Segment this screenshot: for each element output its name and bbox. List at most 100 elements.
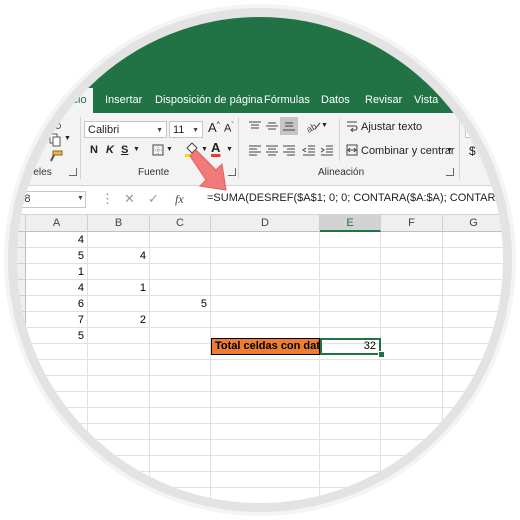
cell-a3[interactable]: 1 (26, 264, 88, 280)
total-label-cell[interactable]: Total celdas con datos (211, 338, 320, 355)
row-header-7[interactable]: 7 (0, 328, 26, 344)
cell-c5[interactable]: 5 (150, 296, 211, 312)
tab-disposicion-pagina[interactable]: Disposición de página (155, 88, 263, 113)
column-header-a[interactable]: A (26, 215, 88, 232)
total-result-cell[interactable]: 32 (320, 338, 381, 355)
merge-center-icon (346, 144, 358, 156)
row-header-1[interactable]: 1 (0, 232, 26, 248)
align-left-icon[interactable] (248, 144, 262, 156)
increase-font-icon[interactable]: A^ (208, 120, 220, 135)
tab-vista[interactable]: Vista (414, 88, 438, 113)
cell-a6[interactable]: 7 (26, 312, 88, 328)
increase-indent-icon[interactable] (320, 144, 334, 156)
row-header-18[interactable] (0, 504, 26, 520)
row-header-6[interactable]: 6 (0, 312, 26, 328)
column-header-c[interactable]: C (150, 215, 211, 232)
column-header-g[interactable]: G (443, 215, 505, 232)
underline-button[interactable]: S (121, 144, 128, 156)
number-format-value: G (469, 124, 478, 136)
borders-icon[interactable] (152, 144, 164, 156)
cell-a2[interactable]: 5 (26, 248, 88, 264)
grid-line (26, 455, 520, 456)
decrease-indent-icon[interactable] (302, 144, 316, 156)
enter-icon[interactable]: ✓ (148, 191, 159, 207)
row-header-17[interactable] (0, 488, 26, 504)
name-box-dropdown-icon[interactable]: ▼ (77, 195, 84, 202)
grid-line (442, 232, 443, 520)
row-header-8[interactable] (0, 344, 26, 360)
column-header-f[interactable]: F (381, 215, 443, 232)
merge-dropdown-icon[interactable]: ▼ (446, 147, 453, 154)
format-painter-icon[interactable] (48, 150, 64, 162)
grid-line (504, 232, 505, 520)
grid-line (26, 359, 520, 360)
cell-b4[interactable]: 1 (88, 280, 150, 296)
alignment-launcher-icon[interactable] (446, 168, 454, 176)
cell-a4[interactable]: 4 (26, 280, 88, 296)
cell-b6[interactable]: 2 (88, 312, 150, 328)
wrap-text-icon (347, 121, 358, 132)
align-middle-icon[interactable] (265, 120, 279, 132)
row-header-5[interactable]: 5 (0, 296, 26, 312)
tab-formulas[interactable]: Fórmulas (264, 88, 310, 113)
row-header-3[interactable]: 3 (0, 264, 26, 280)
cancel-icon[interactable]: ✕ (124, 191, 135, 207)
paste-dropdown-icon[interactable]: ▼ (33, 140, 41, 149)
cell-a7[interactable]: 5 (26, 328, 88, 344)
grid-line (26, 471, 520, 472)
align-bottom-button[interactable] (280, 117, 298, 135)
name-box[interactable]: E8 (10, 191, 86, 208)
grid-line (26, 375, 520, 376)
group-font-label: Fuente (138, 167, 170, 178)
italic-button[interactable]: K (106, 144, 114, 156)
tab-revisar[interactable]: Revisar (365, 88, 402, 113)
decrease-font-icon[interactable]: Aˇ (224, 122, 234, 135)
column-header-e[interactable]: E (320, 215, 381, 232)
font-size-select[interactable]: 11 ▼ (169, 121, 203, 138)
borders-dropdown-icon[interactable]: ▼ (166, 146, 173, 153)
row-header-2[interactable]: 2 (0, 248, 26, 264)
merge-center-button[interactable]: Combinar y centrar (361, 145, 455, 157)
column-header-d[interactable]: D (211, 215, 320, 232)
row-header-14[interactable] (0, 440, 26, 456)
orientation-dropdown-icon[interactable]: ▼ (321, 122, 328, 129)
tab-insertar[interactable]: Insertar (105, 88, 142, 113)
grid-line (26, 423, 520, 424)
cell-a1[interactable]: 4 (26, 232, 88, 248)
number-format-select[interactable]: G (465, 121, 520, 138)
cell-a5[interactable]: 6 (26, 296, 88, 312)
cell-b2[interactable]: 4 (88, 248, 150, 264)
align-top-icon[interactable] (248, 120, 262, 132)
grid-line (26, 487, 520, 488)
column-header-b[interactable]: B (88, 215, 150, 232)
row-header-11[interactable] (0, 392, 26, 408)
row-header-9[interactable] (0, 360, 26, 376)
row-header-13[interactable] (0, 424, 26, 440)
currency-dropdown-icon[interactable]: ▼ (481, 147, 488, 154)
formula-input[interactable]: =SUMA(DESREF($A$1; 0; 0; CONTARA($A:$A);… (207, 192, 520, 204)
tab-datos[interactable]: Datos (321, 88, 350, 113)
underline-dropdown-icon[interactable]: ▼ (133, 146, 140, 153)
row-header-12[interactable] (0, 408, 26, 424)
currency-button[interactable]: $ (469, 144, 476, 158)
insert-function-button[interactable]: fx (175, 192, 184, 207)
copy-dropdown-icon[interactable]: ▼ (64, 135, 71, 142)
row-header-10[interactable] (0, 376, 26, 392)
grid-line (380, 232, 381, 520)
orientation-icon[interactable]: ab (305, 119, 321, 133)
row-header-16[interactable] (0, 472, 26, 488)
row-header-15[interactable] (0, 456, 26, 472)
tab-inicio[interactable]: nicio (58, 88, 93, 113)
font-name-select[interactable]: Calibri ▼ (84, 121, 167, 138)
align-center-icon[interactable] (265, 144, 279, 156)
clipboard-launcher-icon[interactable] (69, 168, 77, 176)
align-right-icon[interactable] (282, 144, 296, 156)
cut-icon[interactable] (48, 117, 62, 129)
bold-button[interactable]: N (90, 144, 98, 156)
fill-handle[interactable] (378, 351, 385, 358)
ribbon-tabs: nicio Insertar Disposición de página Fór… (0, 88, 520, 113)
select-all-corner[interactable] (0, 215, 26, 232)
row-header-4[interactable]: 4 (0, 280, 26, 296)
grid-line (26, 503, 520, 504)
wrap-text-button[interactable]: Ajustar texto (361, 121, 422, 133)
